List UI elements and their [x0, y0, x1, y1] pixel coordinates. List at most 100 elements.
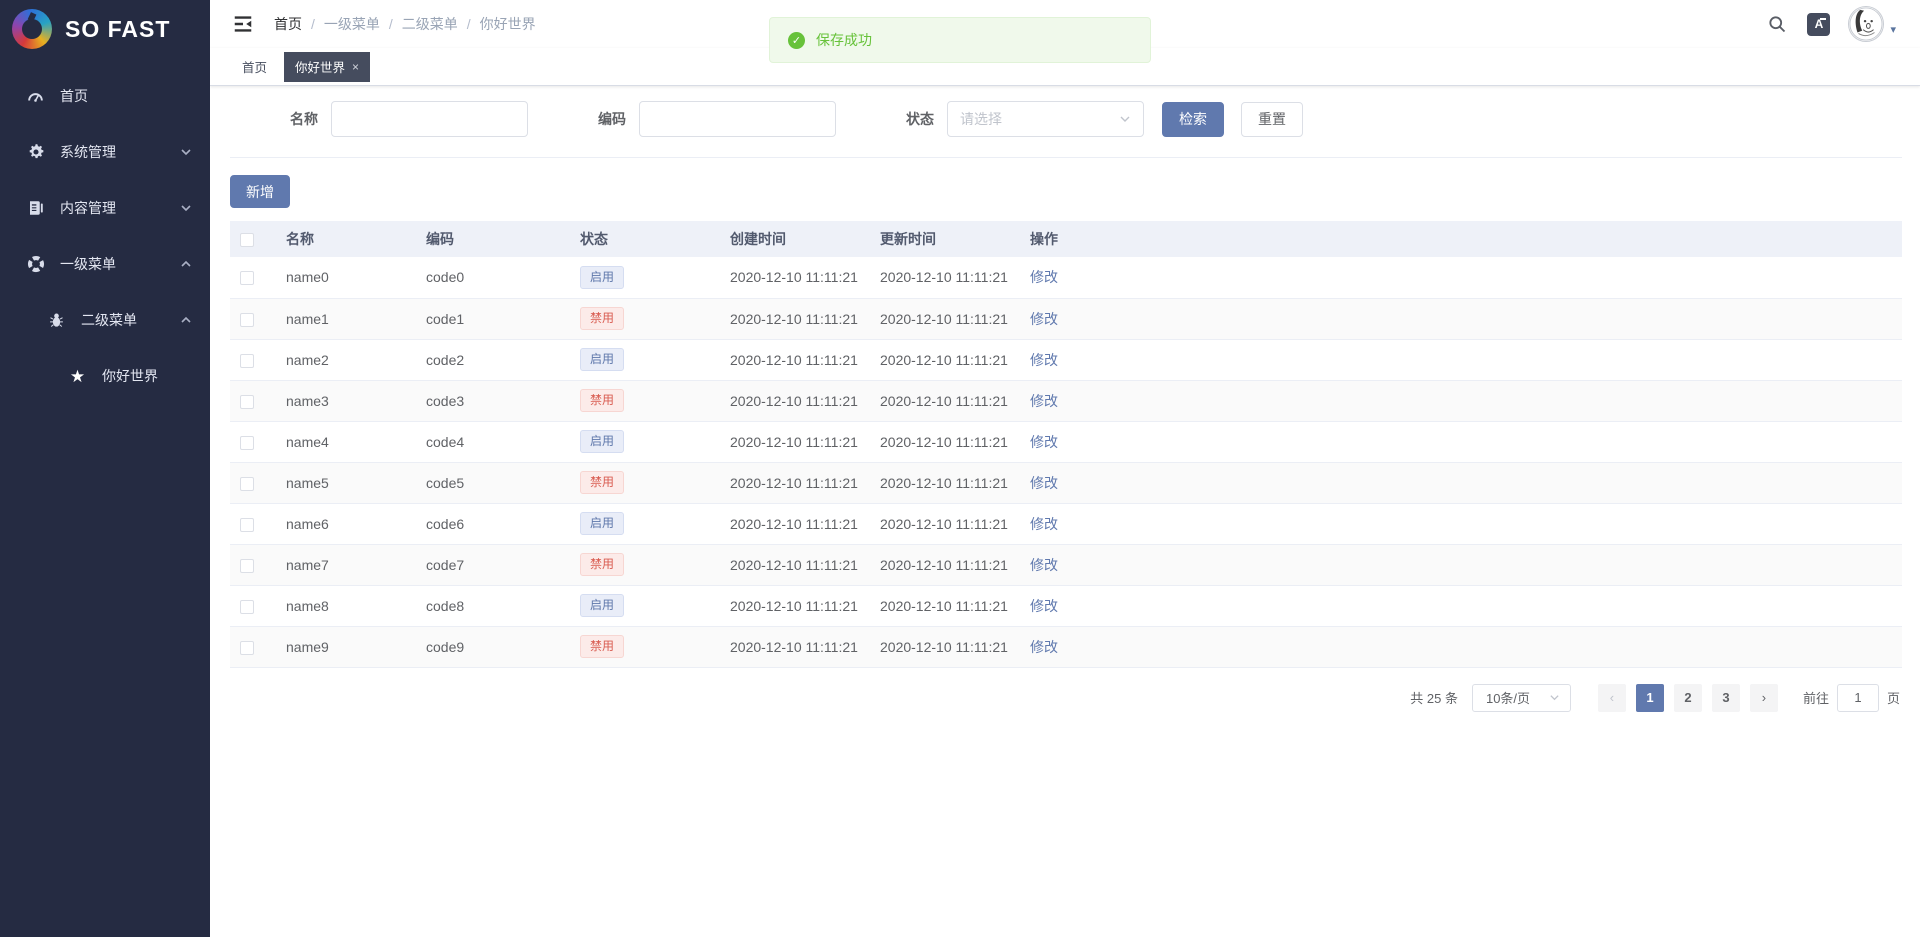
edit-link[interactable]: 修改	[1030, 269, 1058, 285]
close-icon[interactable]: ×	[352, 61, 359, 73]
caret-down-icon: ▾	[1890, 23, 1896, 36]
goto-label: 前往	[1803, 688, 1829, 707]
cell-code: code1	[416, 298, 570, 339]
row-checkbox[interactable]	[240, 600, 254, 614]
row-checkbox[interactable]	[240, 477, 254, 491]
edit-link[interactable]: 修改	[1030, 516, 1058, 532]
edit-link[interactable]: 修改	[1030, 434, 1058, 450]
row-checkbox[interactable]	[240, 354, 254, 368]
sidebar-item-level1-menu[interactable]: 一级菜单	[0, 236, 210, 292]
cell-created: 2020-12-10 11:11:21	[720, 462, 870, 503]
toolbar: 新增	[230, 175, 1902, 208]
cell-code: code3	[416, 380, 570, 421]
status-badge: 启用	[580, 594, 624, 617]
cell-created: 2020-12-10 11:11:21	[720, 298, 870, 339]
table-row: name2 code2 启用 2020-12-10 11:11:21 2020-…	[230, 339, 1902, 380]
status-select[interactable]: 请选择	[947, 101, 1144, 137]
status-badge: 禁用	[580, 389, 624, 412]
code-filter-group: 编码	[598, 101, 836, 137]
column-header-action: 操作	[1020, 221, 1902, 257]
row-checkbox[interactable]	[240, 436, 254, 450]
prev-page-button[interactable]: ‹	[1598, 684, 1626, 712]
table-row: name7 code7 禁用 2020-12-10 11:11:21 2020-…	[230, 544, 1902, 585]
page-button-3[interactable]: 3	[1712, 684, 1740, 712]
chevron-up-icon	[180, 314, 192, 326]
edit-link[interactable]: 修改	[1030, 557, 1058, 573]
sidebar-item-label: 你好世界	[102, 366, 192, 386]
select-placeholder: 请选择	[960, 109, 1002, 129]
tab-hello-world[interactable]: 你好世界 ×	[284, 52, 370, 82]
breadcrumb-item: 二级菜单	[402, 14, 458, 34]
tab-home[interactable]: 首页	[231, 52, 278, 82]
sidebar-item-level2-menu[interactable]: 二级菜单	[0, 292, 210, 348]
table-row: name0 code0 启用 2020-12-10 11:11:21 2020-…	[230, 257, 1902, 298]
edit-link[interactable]: 修改	[1030, 393, 1058, 409]
cell-code: code9	[416, 626, 570, 667]
row-checkbox[interactable]	[240, 518, 254, 532]
edit-link[interactable]: 修改	[1030, 598, 1058, 614]
sidebar-menu: 首页 系统管理 内容管理	[0, 68, 210, 404]
table-row: name9 code9 禁用 2020-12-10 11:11:21 2020-…	[230, 626, 1902, 667]
edit-link[interactable]: 修改	[1030, 639, 1058, 655]
cell-created: 2020-12-10 11:11:21	[720, 257, 870, 298]
breadcrumb-item: 一级菜单	[324, 14, 380, 34]
edit-link[interactable]: 修改	[1030, 352, 1058, 368]
cell-created: 2020-12-10 11:11:21	[720, 380, 870, 421]
table-row: name5 code5 禁用 2020-12-10 11:11:21 2020-…	[230, 462, 1902, 503]
row-checkbox[interactable]	[240, 641, 254, 655]
logo-swirl-icon	[12, 9, 52, 49]
cell-name: name3	[276, 380, 416, 421]
sidebar-item-home[interactable]: 首页	[0, 68, 210, 124]
cell-updated: 2020-12-10 11:11:21	[870, 380, 1020, 421]
fold-menu-icon[interactable]	[232, 13, 254, 35]
cell-created: 2020-12-10 11:11:21	[720, 626, 870, 667]
tab-label: 你好世界	[295, 57, 345, 76]
page-button-1[interactable]: 1	[1636, 684, 1664, 712]
cell-code: code6	[416, 503, 570, 544]
row-checkbox[interactable]	[240, 395, 254, 409]
cell-updated: 2020-12-10 11:11:21	[870, 298, 1020, 339]
code-input[interactable]	[639, 101, 836, 137]
sidebar-item-system[interactable]: 系统管理	[0, 124, 210, 180]
row-checkbox[interactable]	[240, 559, 254, 573]
user-menu[interactable]: ▾	[1848, 6, 1896, 42]
cell-created: 2020-12-10 11:11:21	[720, 503, 870, 544]
name-input[interactable]	[331, 101, 528, 137]
row-checkbox[interactable]	[240, 271, 254, 285]
status-badge: 禁用	[580, 471, 624, 494]
page-size-select[interactable]: 10条/页	[1472, 684, 1571, 712]
cell-created: 2020-12-10 11:11:21	[720, 544, 870, 585]
select-all-checkbox[interactable]	[240, 233, 254, 247]
sidebar-item-label: 内容管理	[60, 198, 165, 218]
code-label: 编码	[598, 109, 626, 129]
next-page-button[interactable]: ›	[1750, 684, 1778, 712]
edit-link[interactable]: 修改	[1030, 311, 1058, 327]
goto-suffix: 页	[1887, 688, 1900, 707]
check-circle-icon: ✓	[788, 32, 805, 49]
page-button-2[interactable]: 2	[1674, 684, 1702, 712]
sidebar-item-hello-world[interactable]: ★ 你好世界	[0, 348, 210, 404]
search-button[interactable]: 检索	[1162, 102, 1224, 137]
cell-name: name8	[276, 585, 416, 626]
lifebuoy-icon	[26, 255, 45, 274]
breadcrumb-separator: /	[389, 16, 393, 32]
status-label: 状态	[906, 109, 934, 129]
row-checkbox[interactable]	[240, 313, 254, 327]
search-icon[interactable]	[1765, 12, 1789, 36]
breadcrumb-item[interactable]: 首页	[274, 14, 302, 34]
table-row: name8 code8 启用 2020-12-10 11:11:21 2020-…	[230, 585, 1902, 626]
sidebar-item-content[interactable]: 内容管理	[0, 180, 210, 236]
goto-page-input[interactable]	[1837, 684, 1879, 712]
cell-created: 2020-12-10 11:11:21	[720, 421, 870, 462]
reset-button[interactable]: 重置	[1241, 102, 1303, 137]
avatar[interactable]	[1848, 6, 1884, 42]
breadcrumb: 首页 / 一级菜单 / 二级菜单 / 你好世界	[274, 14, 536, 34]
language-icon[interactable]	[1807, 13, 1830, 36]
chevron-down-icon	[1119, 113, 1131, 125]
edit-link[interactable]: 修改	[1030, 475, 1058, 491]
goto-page: 前往 页	[1803, 684, 1900, 712]
cell-name: name0	[276, 257, 416, 298]
cell-updated: 2020-12-10 11:11:21	[870, 462, 1020, 503]
filter-form: 名称 编码 状态 请选择 检索 重置	[230, 101, 1902, 158]
add-button[interactable]: 新增	[230, 175, 290, 208]
